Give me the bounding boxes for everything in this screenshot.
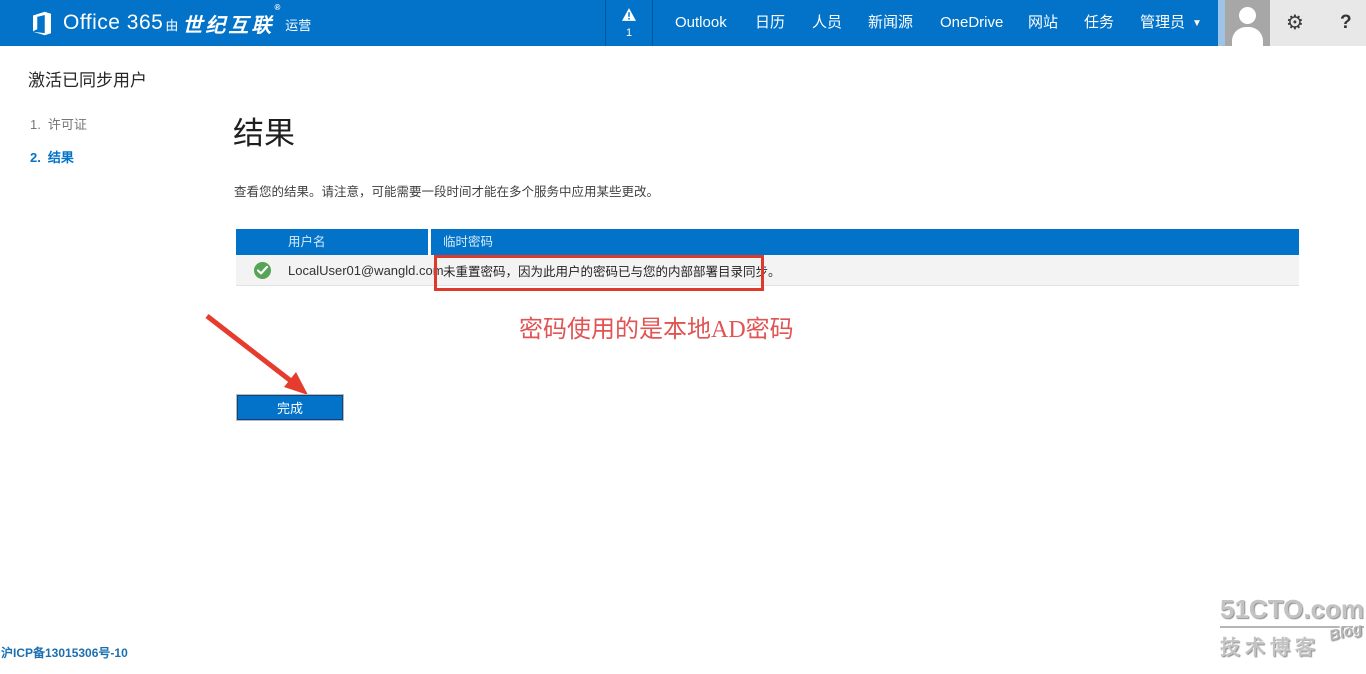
- step-number: 2.: [30, 150, 41, 165]
- user-avatar[interactable]: [1225, 0, 1270, 46]
- nav-outlook[interactable]: Outlook: [675, 0, 727, 46]
- done-button[interactable]: 完成: [237, 395, 343, 420]
- suite-bar: Office 365 由 世纪互联® 运营 1 Outlook 日历 人员 新闻…: [0, 0, 1366, 46]
- step-label: 结果: [48, 150, 74, 165]
- page-title: 激活已同步用户: [28, 66, 147, 91]
- registered-mark: ®: [274, 3, 283, 12]
- nav-tasks[interactable]: 任务: [1084, 0, 1114, 46]
- wizard-step-results[interactable]: 2. 结果: [30, 147, 74, 166]
- step-number: 1.: [30, 117, 41, 132]
- avatar-torso-shape: [1232, 27, 1263, 46]
- row-username: LocalUser01@wangld.com: [288, 263, 431, 278]
- alert-count: 1: [626, 27, 632, 39]
- logo-product-text: Office 365: [63, 11, 163, 35]
- table-header-row: 用户名 临时密码: [236, 229, 1299, 255]
- nav-newsfeed[interactable]: 新闻源: [868, 0, 913, 46]
- logo-operator-text: 世纪互联®: [182, 9, 283, 38]
- step-label: 许可证: [48, 117, 87, 132]
- nav-calendar[interactable]: 日历: [755, 0, 785, 46]
- office-logo-icon: [29, 11, 54, 36]
- chevron-down-icon: ▼: [1192, 18, 1202, 29]
- nav-sites[interactable]: 网站: [1028, 0, 1058, 46]
- notifications-alert-button[interactable]: 1: [605, 0, 653, 46]
- nav-onedrive[interactable]: OneDrive: [940, 0, 1003, 46]
- table-row: LocalUser01@wangld.com 未重置密码，因为此用户的密码已与您…: [236, 255, 1299, 286]
- icp-license-link[interactable]: 沪ICP备13015306号-10: [1, 644, 128, 661]
- help-button[interactable]: ?: [1340, 0, 1352, 46]
- wizard-step-licenses[interactable]: 1. 许可证: [30, 114, 87, 133]
- warning-triangle-icon: [622, 8, 636, 26]
- results-heading: 结果: [233, 108, 295, 153]
- nav-people[interactable]: 人员: [812, 0, 842, 46]
- results-table: 用户名 临时密码 LocalUser01@wangld.com 未重置密码，因为…: [236, 229, 1299, 286]
- topbar-utility-panel: ⚙ ?: [1270, 0, 1366, 46]
- nav-admin-menu[interactable]: 管理员▼: [1140, 0, 1202, 46]
- results-description: 查看您的结果。请注意，可能需要一段时间才能在多个服务中应用某些更改。: [234, 181, 659, 200]
- office365-admin-screen: Office 365 由 世纪互联® 运营 1 Outlook 日历 人员 新闻…: [0, 0, 1366, 674]
- logo-suffix-text: 运营: [285, 12, 311, 34]
- success-check-icon: [254, 262, 271, 279]
- watermark-tagline-text: 技术博客: [1220, 631, 1320, 660]
- watermark-site-text: 51CTO.com: [1220, 594, 1364, 628]
- annotation-note-text: 密码使用的是本地AD密码: [519, 309, 794, 344]
- row-temp-password: 未重置密码，因为此用户的密码已与您的内部部署目录同步。: [431, 261, 1299, 280]
- 51cto-watermark: 51CTO.com 技术博客 Blog: [1220, 594, 1364, 660]
- logo-by-text: 由: [165, 12, 178, 34]
- annotation-arrow-icon: [195, 308, 325, 408]
- column-header-temp-password: 临时密码: [431, 229, 1299, 255]
- topbar-divider-strip: [1218, 0, 1225, 46]
- office365-logo[interactable]: Office 365 由 世纪互联® 运营: [29, 0, 311, 46]
- row-status-cell: [236, 262, 288, 279]
- column-header-username: 用户名: [236, 229, 428, 255]
- avatar-head-shape: [1239, 7, 1256, 24]
- settings-gear-icon[interactable]: ⚙: [1286, 0, 1304, 46]
